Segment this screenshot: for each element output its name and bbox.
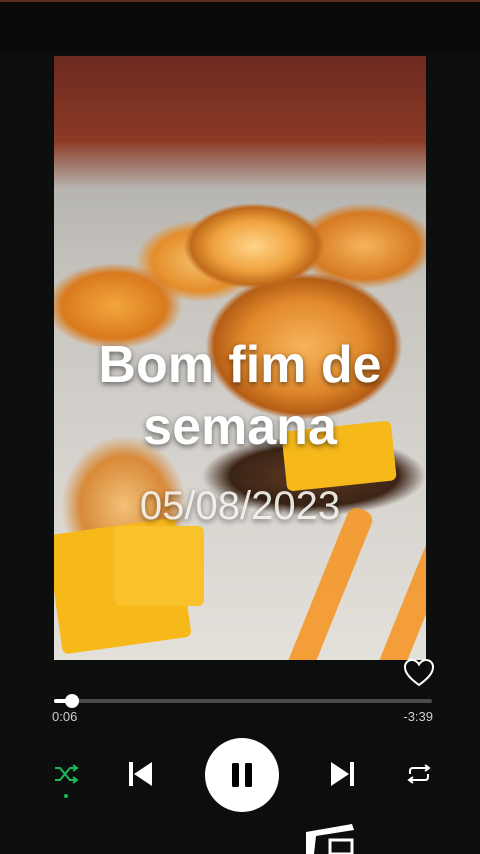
heart-outline-icon [403,658,435,687]
repeat-icon [407,764,431,784]
elapsed-time: 0:06 [52,709,78,724]
artwork-date: 05/08/2023 [139,484,341,528]
like-button[interactable] [403,658,435,688]
shuffle-button[interactable] [50,760,82,788]
progress-bar[interactable] [54,694,432,708]
top-bar [0,0,480,54]
artwork-title-line1: Bom fim de [98,336,382,394]
artwork-title: Bom fim de semana [54,334,426,458]
skip-previous-icon [129,762,152,786]
playback-controls [0,734,480,814]
repeat-button[interactable] [402,760,436,788]
top-accent-line [0,0,480,2]
pause-icon [232,763,252,787]
progress-handle[interactable] [65,694,79,708]
cheese-slice [114,526,204,606]
artwork-title-line2: semana [143,398,337,456]
play-pause-button[interactable] [205,738,279,812]
shuffle-icon [55,764,79,784]
remaining-time: -3:39 [403,709,433,724]
shuffle-active-dot [64,794,68,798]
previous-button[interactable] [122,756,158,792]
skip-next-icon [331,762,354,786]
partial-overlay-glyph [306,824,354,854]
next-button[interactable] [325,756,361,792]
progress-track [54,699,432,703]
album-artwork: Bom fim de semana 05/08/2023 [54,56,426,660]
